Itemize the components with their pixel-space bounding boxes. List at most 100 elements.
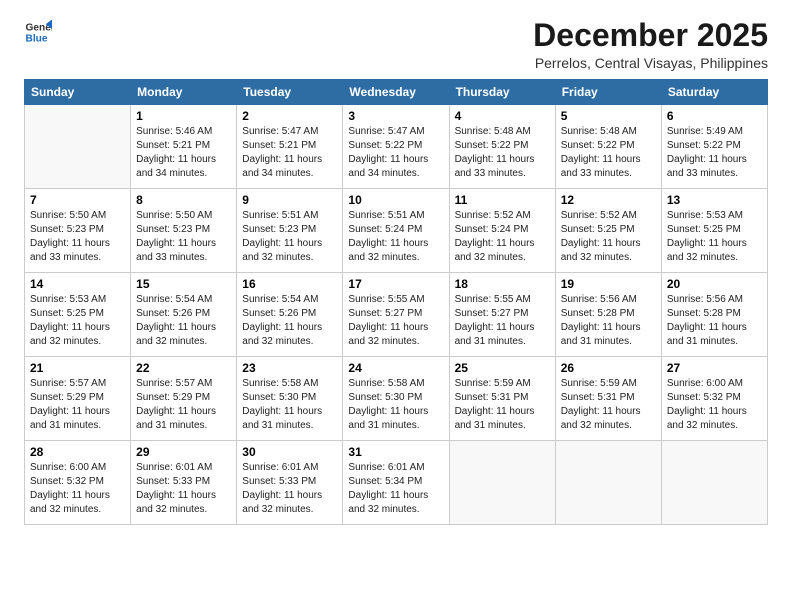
day-number: 10	[348, 193, 443, 207]
table-row: 26Sunrise: 5:59 AMSunset: 5:31 PMDayligh…	[555, 357, 661, 441]
day-info: Sunrise: 6:01 AMSunset: 5:33 PMDaylight:…	[136, 461, 231, 517]
day-number: 9	[242, 193, 337, 207]
day-number: 3	[348, 109, 443, 123]
day-info: Sunrise: 5:54 AMSunset: 5:26 PMDaylight:…	[136, 293, 231, 349]
day-info: Sunrise: 5:49 AMSunset: 5:22 PMDaylight:…	[667, 125, 762, 181]
day-number: 18	[455, 277, 550, 291]
day-info: Sunrise: 5:50 AMSunset: 5:23 PMDaylight:…	[30, 209, 125, 265]
table-row: 31 Sunrise: 6:01 AMSunset: 5:34 PMDayligh…	[343, 441, 449, 525]
header-wednesday: Wednesday	[343, 80, 449, 105]
calendar-week-row: 14Sunrise: 5:53 AMSunset: 5:25 PMDayligh…	[25, 273, 768, 357]
day-info: Sunrise: 5:55 AMSunset: 5:27 PMDaylight:…	[455, 293, 550, 349]
table-row: 16Sunrise: 5:54 AMSunset: 5:26 PMDayligh…	[237, 273, 343, 357]
calendar-table: Sunday Monday Tuesday Wednesday Thursday…	[24, 79, 768, 525]
day-info: Sunrise: 5:51 AMSunset: 5:24 PMDaylight:…	[348, 209, 443, 265]
table-row: 7 Sunrise: 5:50 AMSunset: 5:23 PMDaylight…	[25, 189, 131, 273]
table-row: 12 Sunrise: 5:52 AMSunset: 5:25 PMDayligh…	[555, 189, 661, 273]
header-thursday: Thursday	[449, 80, 555, 105]
header-tuesday: Tuesday	[237, 80, 343, 105]
day-number: 19	[561, 277, 656, 291]
calendar-week-row: 28 Sunrise: 6:00 AMSunset: 5:32 PMDayligh…	[25, 441, 768, 525]
day-info: Sunrise: 5:50 AMSunset: 5:23 PMDaylight:…	[136, 209, 231, 265]
day-info: Sunrise: 5:55 AMSunset: 5:27 PMDaylight:…	[348, 293, 443, 349]
day-info: Sunrise: 5:47 AMSunset: 5:21 PMDaylight:…	[242, 125, 337, 181]
header-friday: Friday	[555, 80, 661, 105]
day-info: Sunrise: 5:53 AMSunset: 5:25 PMDaylight:…	[30, 293, 125, 349]
day-number: 31	[348, 445, 443, 459]
calendar-week-row: 7 Sunrise: 5:50 AMSunset: 5:23 PMDaylight…	[25, 189, 768, 273]
table-row: 28 Sunrise: 6:00 AMSunset: 5:32 PMDayligh…	[25, 441, 131, 525]
table-row: 13 Sunrise: 5:53 AMSunset: 5:25 PMDayligh…	[661, 189, 767, 273]
day-number: 1	[136, 109, 231, 123]
day-number: 28	[30, 445, 125, 459]
day-number: 13	[667, 193, 762, 207]
day-info: Sunrise: 5:51 AMSunset: 5:23 PMDaylight:…	[242, 209, 337, 265]
day-number: 2	[242, 109, 337, 123]
svg-text:Blue: Blue	[26, 33, 48, 44]
table-row: 2 Sunrise: 5:47 AMSunset: 5:21 PMDaylight…	[237, 105, 343, 189]
day-info: Sunrise: 5:46 AMSunset: 5:21 PMDaylight:…	[136, 125, 231, 181]
table-row: 1 Sunrise: 5:46 AMSunset: 5:21 PMDaylight…	[131, 105, 237, 189]
day-info: Sunrise: 5:48 AMSunset: 5:22 PMDaylight:…	[561, 125, 656, 181]
header-sunday: Sunday	[25, 80, 131, 105]
table-row: 10 Sunrise: 5:51 AMSunset: 5:24 PMDayligh…	[343, 189, 449, 273]
day-info: Sunrise: 5:52 AMSunset: 5:25 PMDaylight:…	[561, 209, 656, 265]
table-row: 24 Sunrise: 5:58 AMSunset: 5:30 PMDayligh…	[343, 357, 449, 441]
table-row: 11 Sunrise: 5:52 AMSunset: 5:24 PMDayligh…	[449, 189, 555, 273]
table-row: 25Sunrise: 5:59 AMSunset: 5:31 PMDayligh…	[449, 357, 555, 441]
day-info: Sunrise: 5:52 AMSunset: 5:24 PMDaylight:…	[455, 209, 550, 265]
day-info: Sunrise: 6:00 AMSunset: 5:32 PMDaylight:…	[30, 461, 125, 517]
table-row: 29 Sunrise: 6:01 AMSunset: 5:33 PMDayligh…	[131, 441, 237, 525]
day-number: 4	[455, 109, 550, 123]
header: General Blue December 2025 Perrelos, Cen…	[24, 18, 768, 71]
table-row: 30Sunrise: 6:01 AMSunset: 5:33 PMDayligh…	[237, 441, 343, 525]
table-row: 21Sunrise: 5:57 AMSunset: 5:29 PMDayligh…	[25, 357, 131, 441]
day-number: 27	[667, 361, 762, 375]
day-info: Sunrise: 5:48 AMSunset: 5:22 PMDaylight:…	[455, 125, 550, 181]
day-number: 30	[242, 445, 337, 459]
table-row: 27 Sunrise: 6:00 AMSunset: 5:32 PMDayligh…	[661, 357, 767, 441]
day-number: 24	[348, 361, 443, 375]
table-row: 14Sunrise: 5:53 AMSunset: 5:25 PMDayligh…	[25, 273, 131, 357]
table-row: 3 Sunrise: 5:47 AMSunset: 5:22 PMDaylight…	[343, 105, 449, 189]
day-info: Sunrise: 5:56 AMSunset: 5:28 PMDaylight:…	[667, 293, 762, 349]
day-number: 8	[136, 193, 231, 207]
day-info: Sunrise: 6:01 AMSunset: 5:34 PMDaylight:…	[348, 461, 443, 517]
page: General Blue December 2025 Perrelos, Cen…	[0, 0, 792, 612]
day-number: 7	[30, 193, 125, 207]
title-block: December 2025 Perrelos, Central Visayas,…	[533, 18, 768, 71]
day-info: Sunrise: 5:59 AMSunset: 5:31 PMDaylight:…	[561, 377, 656, 433]
calendar-week-row: 21Sunrise: 5:57 AMSunset: 5:29 PMDayligh…	[25, 357, 768, 441]
day-number: 20	[667, 277, 762, 291]
table-row: 4 Sunrise: 5:48 AMSunset: 5:22 PMDaylight…	[449, 105, 555, 189]
day-info: Sunrise: 5:47 AMSunset: 5:22 PMDaylight:…	[348, 125, 443, 181]
table-row	[25, 105, 131, 189]
table-row	[661, 441, 767, 525]
logo-icon: General Blue	[24, 18, 52, 46]
table-row: 19 Sunrise: 5:56 AMSunset: 5:28 PMDayligh…	[555, 273, 661, 357]
table-row: 17Sunrise: 5:55 AMSunset: 5:27 PMDayligh…	[343, 273, 449, 357]
table-row	[555, 441, 661, 525]
month-title: December 2025	[533, 18, 768, 53]
day-number: 16	[242, 277, 337, 291]
day-info: Sunrise: 5:56 AMSunset: 5:28 PMDaylight:…	[561, 293, 656, 349]
header-saturday: Saturday	[661, 80, 767, 105]
day-number: 11	[455, 193, 550, 207]
day-info: Sunrise: 5:58 AMSunset: 5:30 PMDaylight:…	[348, 377, 443, 433]
table-row: 22Sunrise: 5:57 AMSunset: 5:29 PMDayligh…	[131, 357, 237, 441]
day-info: Sunrise: 6:00 AMSunset: 5:32 PMDaylight:…	[667, 377, 762, 433]
day-info: Sunrise: 5:57 AMSunset: 5:29 PMDaylight:…	[30, 377, 125, 433]
day-info: Sunrise: 5:53 AMSunset: 5:25 PMDaylight:…	[667, 209, 762, 265]
day-number: 12	[561, 193, 656, 207]
day-info: Sunrise: 5:58 AMSunset: 5:30 PMDaylight:…	[242, 377, 337, 433]
table-row: 5Sunrise: 5:48 AMSunset: 5:22 PMDaylight…	[555, 105, 661, 189]
day-number: 23	[242, 361, 337, 375]
table-row: 9 Sunrise: 5:51 AMSunset: 5:23 PMDaylight…	[237, 189, 343, 273]
table-row: 23 Sunrise: 5:58 AMSunset: 5:30 PMDayligh…	[237, 357, 343, 441]
location-title: Perrelos, Central Visayas, Philippines	[533, 55, 768, 71]
day-number: 6	[667, 109, 762, 123]
day-number: 29	[136, 445, 231, 459]
day-info: Sunrise: 5:57 AMSunset: 5:29 PMDaylight:…	[136, 377, 231, 433]
table-row: 8 Sunrise: 5:50 AMSunset: 5:23 PMDaylight…	[131, 189, 237, 273]
calendar-header-row: Sunday Monday Tuesday Wednesday Thursday…	[25, 80, 768, 105]
